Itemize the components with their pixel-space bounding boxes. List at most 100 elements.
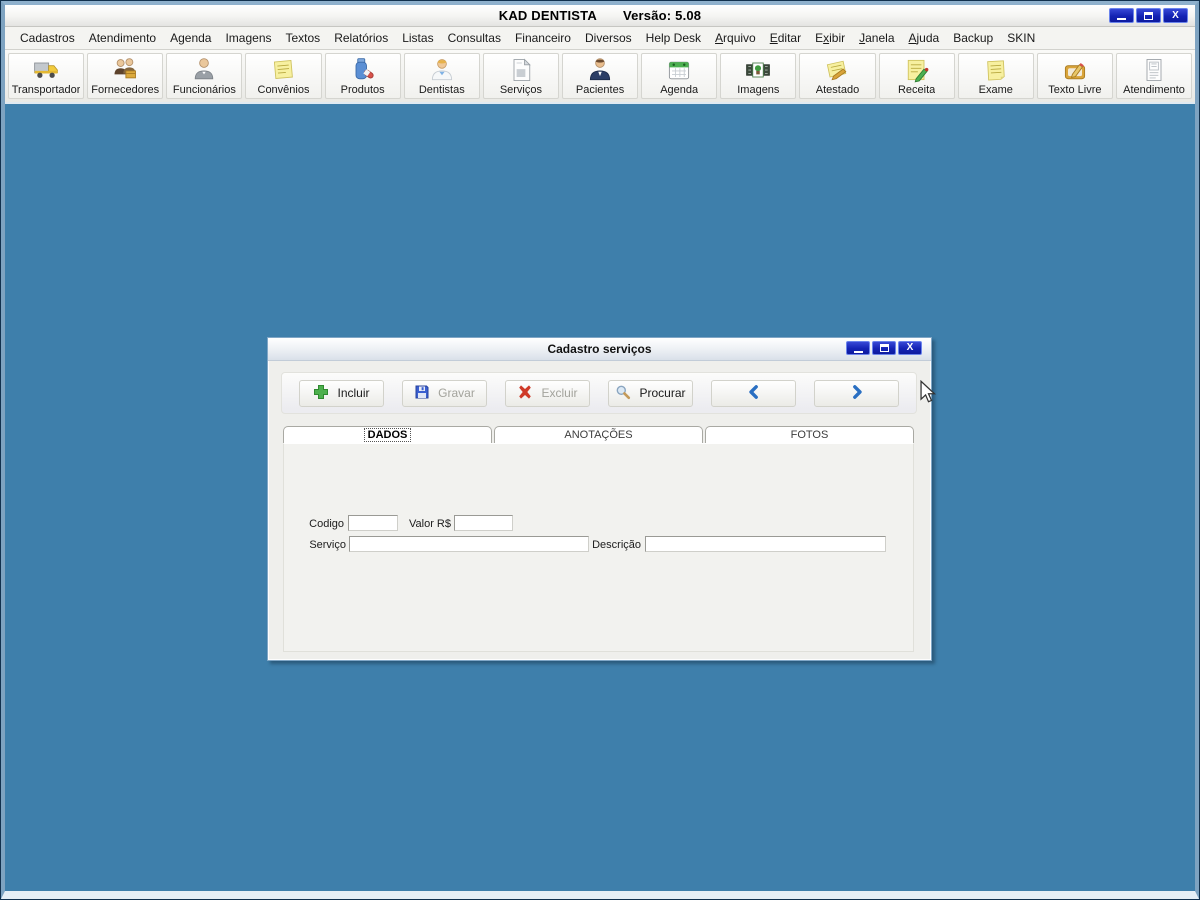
tab-fotos[interactable]: FOTOS xyxy=(705,426,914,443)
toolbar-button-texto-livre[interactable]: Texto Livre xyxy=(1036,53,1113,99)
toolbar-button-label: Pacientes xyxy=(575,84,625,96)
free-text-icon xyxy=(1061,56,1089,84)
close-icon: X xyxy=(906,342,914,353)
minimize-icon xyxy=(1117,18,1126,20)
toolbar-button-dentistas[interactable]: Dentistas xyxy=(403,53,480,99)
menu-item-exibir[interactable]: Exibir xyxy=(808,31,852,45)
menu-item-relatorios[interactable]: Relatórios xyxy=(327,31,395,45)
excluir-button[interactable]: Excluir xyxy=(505,379,590,407)
menu-item-ajuda[interactable]: Ajuda xyxy=(902,31,947,45)
menu-item-financeiro[interactable]: Financeiro xyxy=(508,31,578,45)
attendance-form-icon xyxy=(1140,56,1168,84)
procurar-button[interactable]: Procurar xyxy=(608,379,693,407)
mouse-cursor xyxy=(920,380,937,403)
toolbar-button-label: Fornecedores xyxy=(91,84,160,96)
menu-item-arquivo[interactable]: Arquivo xyxy=(708,31,763,45)
descricao-input[interactable] xyxy=(645,536,886,552)
dialog-window-controls: X xyxy=(846,341,922,355)
certificate-icon xyxy=(823,56,851,84)
toolbar-button-receita[interactable]: Receita xyxy=(878,53,955,99)
prescription-icon xyxy=(903,56,931,84)
toolbar-button-transportador[interactable]: Transportador xyxy=(8,53,85,99)
minimize-button[interactable] xyxy=(1109,8,1134,23)
toolbar-button-label: Dentistas xyxy=(418,84,465,96)
menu-item-agenda[interactable]: Agenda xyxy=(163,31,218,45)
menu-item-diversos[interactable]: Diversos xyxy=(578,31,639,45)
toolbar-button-label: Exame xyxy=(978,84,1013,96)
toolbar-button-label: Atendimento xyxy=(1123,84,1185,96)
menu-item-editar[interactable]: Editar xyxy=(763,31,808,45)
maximize-icon xyxy=(879,344,889,352)
toolbar-button-pacientes[interactable]: Pacientes xyxy=(561,53,639,99)
plus-icon xyxy=(313,384,329,403)
maximize-button[interactable] xyxy=(1136,8,1161,23)
menu-item-helpdesk[interactable]: Help Desk xyxy=(639,31,708,45)
minimize-icon xyxy=(853,350,863,353)
toolbar-button-servicos[interactable]: Serviços xyxy=(482,53,559,99)
toolbar-button-label: Convênios xyxy=(257,84,310,96)
chevron-right-icon xyxy=(849,384,865,403)
toolbar-button-label: Produtos xyxy=(340,84,385,96)
dialog-close-button[interactable]: X xyxy=(898,341,922,355)
toolbar-button-atestado[interactable]: Atestado xyxy=(799,53,876,99)
menubar: Cadastros Atendimento Agenda Imagens Tex… xyxy=(5,27,1195,50)
application-window: KAD DENTISTA Versão: 5.08 X Cadastros Ate… xyxy=(0,0,1200,900)
menu-item-cadastros[interactable]: Cadastros xyxy=(13,31,82,45)
servico-input[interactable] xyxy=(349,536,589,552)
close-button[interactable]: X xyxy=(1163,8,1188,23)
calendar-icon xyxy=(665,56,693,84)
toolbar-button-label: Funcionários xyxy=(172,84,236,96)
menu-item-atendimento[interactable]: Atendimento xyxy=(82,31,163,45)
agreement-note-icon xyxy=(269,56,297,84)
services-document-icon xyxy=(507,56,535,84)
window-controls: X xyxy=(1109,8,1188,23)
gravar-button[interactable]: Gravar xyxy=(402,379,487,407)
tab-anotacoes[interactable]: ANOTAÇÕES xyxy=(494,426,703,443)
window-title: KAD DENTISTA Versão: 5.08 xyxy=(498,8,702,23)
dialog-minimize-button[interactable] xyxy=(846,341,870,355)
toolbar-button-atendimento[interactable]: Atendimento xyxy=(1115,53,1193,99)
suppliers-icon xyxy=(111,56,139,84)
tab-dados[interactable]: DADOS xyxy=(283,426,492,443)
toolbar-button-fornecedores[interactable]: Fornecedores xyxy=(87,53,164,99)
close-icon: X xyxy=(1172,9,1179,21)
toolbar-button-convenios[interactable]: Convênios xyxy=(245,53,322,99)
valor-label: Valor R$ xyxy=(409,518,451,530)
toolbar-button-imagens[interactable]: Imagens xyxy=(720,53,797,99)
menu-item-backup[interactable]: Backup xyxy=(946,31,1000,45)
maximize-icon xyxy=(1144,11,1153,20)
toolbar-button-produtos[interactable]: Produtos xyxy=(324,53,401,99)
previous-record-button[interactable] xyxy=(711,379,796,407)
dialog-action-bar: Incluir Gravar Excluir Procurar xyxy=(281,372,917,414)
menu-item-skin[interactable]: SKIN xyxy=(1000,31,1042,45)
main-titlebar[interactable]: KAD DENTISTA Versão: 5.08 X xyxy=(5,5,1195,27)
delete-icon xyxy=(517,384,533,403)
chevron-left-icon xyxy=(746,384,762,403)
toolbar-button-label: Atestado xyxy=(815,84,860,96)
next-record-button[interactable] xyxy=(814,379,899,407)
menu-item-janela[interactable]: Janela xyxy=(852,31,901,45)
toolbar: Transportador Fornecedores Funcionários … xyxy=(5,50,1195,104)
toolbar-button-agenda[interactable]: Agenda xyxy=(641,53,718,99)
menu-item-imagens[interactable]: Imagens xyxy=(218,31,278,45)
truck-icon xyxy=(32,56,60,84)
toolbar-button-label: Agenda xyxy=(660,84,699,96)
patient-icon xyxy=(586,56,614,84)
dialog-maximize-button[interactable] xyxy=(872,341,896,355)
toolbar-button-label: Receita xyxy=(897,84,936,96)
dialog-body: Incluir Gravar Excluir Procurar DADOS AN… xyxy=(268,361,931,660)
codigo-input[interactable] xyxy=(348,515,398,531)
valor-input[interactable] xyxy=(454,515,513,531)
dialog-titlebar[interactable]: Cadastro serviços X xyxy=(268,338,931,361)
menu-item-listas[interactable]: Listas xyxy=(395,31,440,45)
dialog-title: Cadastro serviços xyxy=(547,342,652,356)
images-icon xyxy=(744,56,772,84)
descricao-label: Descrição xyxy=(592,539,641,551)
menu-item-consultas[interactable]: Consultas xyxy=(441,31,508,45)
toolbar-button-funcionarios[interactable]: Funcionários xyxy=(166,53,243,99)
incluir-button[interactable]: Incluir xyxy=(299,379,384,407)
toolbar-button-label: Serviços xyxy=(499,84,542,96)
servico-label: Serviço xyxy=(309,539,346,551)
toolbar-button-exame[interactable]: Exame xyxy=(957,53,1034,99)
menu-item-textos[interactable]: Textos xyxy=(279,31,328,45)
